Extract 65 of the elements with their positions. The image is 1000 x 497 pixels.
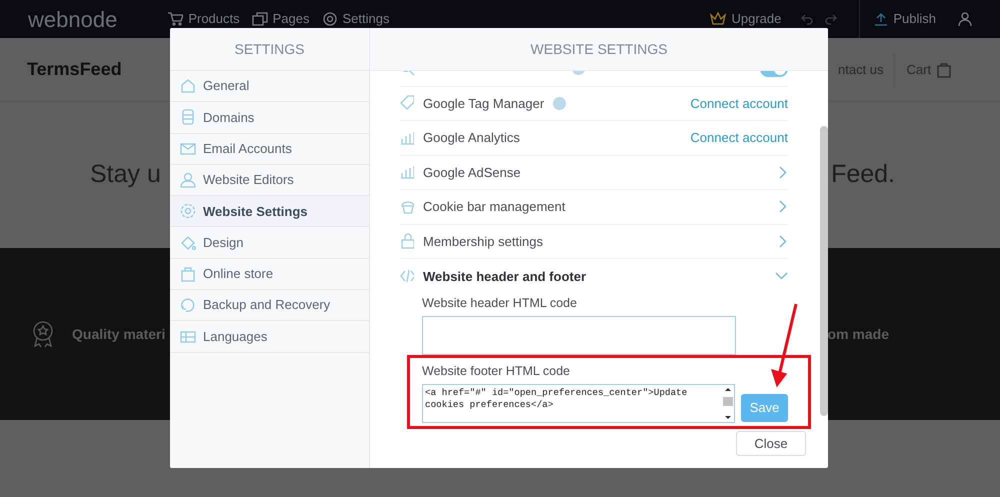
sidebar-item[interactable]: Website Settings	[170, 196, 369, 228]
user-icon	[180, 172, 196, 188]
lock-icon	[400, 233, 414, 250]
scrollbar-icon	[722, 385, 734, 422]
help-icon[interactable]	[553, 96, 566, 110]
paint-bucket-icon	[180, 234, 196, 251]
connect-link[interactable]: Connect account	[690, 128, 788, 148]
setting-label: Google Analytics	[423, 129, 520, 147]
nav-link[interactable]: Products	[188, 9, 240, 29]
setting-label: Membership settings	[423, 232, 543, 251]
scrollbar-thumb[interactable]	[820, 126, 828, 416]
footer-code-field[interactable]: <a href="#" id="open_preferences_center">Update cookies preferences</a>	[422, 384, 736, 423]
envelope-icon	[180, 140, 196, 157]
nav-link[interactable]: Pages	[272, 9, 310, 29]
user-icon	[958, 12, 972, 26]
settings-icon	[322, 11, 338, 27]
sidebar-item[interactable]: Email Accounts	[170, 134, 369, 165]
sidebar-item[interactable]: Languages	[170, 321, 369, 353]
sidebar-item[interactable]: Backup and Recovery	[170, 290, 369, 322]
tag-icon	[400, 95, 414, 112]
sidebar-item[interactable]: Domains	[170, 102, 369, 134]
upload-icon	[874, 12, 888, 26]
publish-button[interactable]: Publish	[893, 9, 936, 29]
site-brand: TermsFeed	[27, 58, 122, 81]
field-label: Website footer HTML code	[422, 363, 571, 380]
bag-icon	[937, 62, 952, 78]
refresh-icon	[180, 297, 196, 314]
home-icon	[180, 78, 196, 94]
chevron-right-icon	[779, 234, 787, 248]
database-icon	[180, 109, 196, 126]
settings-icon	[180, 203, 196, 220]
flag-list-icon	[180, 328, 196, 345]
panel-title: SETTINGS	[170, 28, 369, 71]
headline-text: Feed.	[831, 159, 895, 190]
logo[interactable]: webnode	[28, 2, 118, 36]
panel-title: WEBSITE SETTINGS	[370, 28, 828, 71]
setting-label: Website header and footer	[423, 268, 586, 286]
undo-icon	[801, 13, 814, 25]
field-label: Website header HTML code	[422, 294, 578, 312]
arrow-icon	[770, 302, 800, 388]
pages-icon	[252, 11, 268, 27]
bar-chart-icon	[400, 130, 414, 146]
setting-label: Google AdSense	[423, 164, 521, 182]
chevron-right-icon	[779, 166, 787, 179]
sidebar-item[interactable]: General	[170, 71, 369, 102]
redo-icon	[825, 13, 838, 25]
bar-chart-icon	[400, 164, 414, 180]
header-code-field[interactable]	[422, 316, 736, 356]
code-icon	[400, 268, 414, 284]
upgrade-link[interactable]: Upgrade	[731, 9, 782, 29]
cupcake-icon	[400, 198, 414, 215]
close-button[interactable]: Close	[736, 431, 806, 456]
cart-icon	[167, 11, 184, 27]
nav-link[interactable]: Settings	[342, 9, 390, 29]
sidebar-item[interactable]: Online store	[170, 258, 369, 290]
feature-text: Quality materi	[72, 324, 166, 344]
connect-link[interactable]: Connect account	[690, 94, 788, 113]
crown-icon	[710, 12, 726, 26]
setting-label: Cookie bar management	[423, 198, 566, 216]
headline-text: Stay u	[90, 159, 161, 190]
feature-text: om made	[828, 324, 889, 344]
setting-label: Google Tag Manager	[423, 94, 544, 113]
chevron-right-icon	[779, 200, 787, 214]
shopping-bag-icon	[180, 266, 196, 282]
sidebar-item[interactable]: Design	[170, 227, 369, 259]
